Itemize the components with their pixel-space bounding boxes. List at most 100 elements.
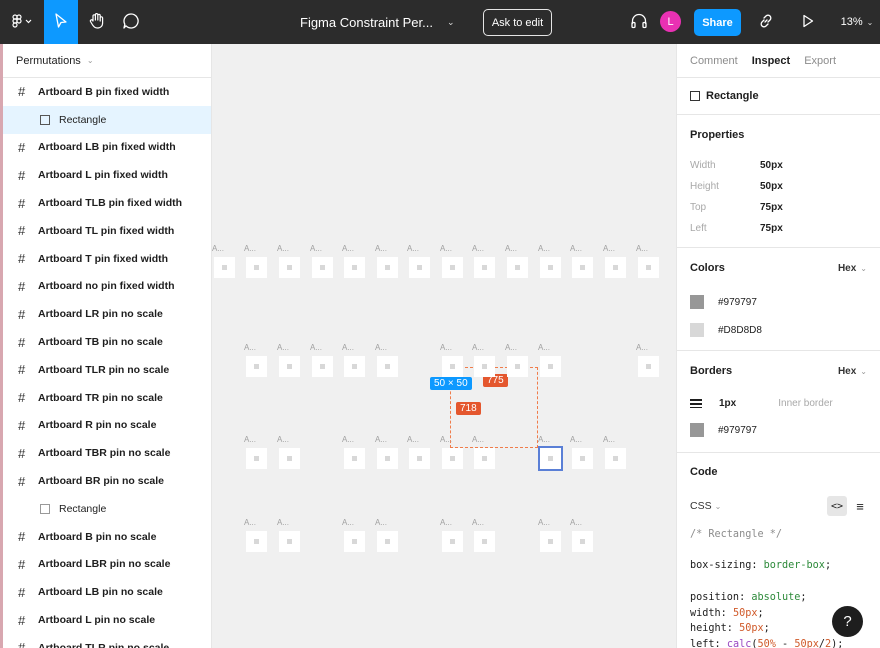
artboard[interactable] [279, 257, 300, 278]
hand-tool-button[interactable] [80, 0, 114, 44]
artboard-label[interactable]: A... [277, 244, 289, 253]
artboard[interactable] [572, 531, 593, 552]
artboard[interactable] [442, 257, 463, 278]
artboard-label[interactable]: A... [310, 343, 322, 352]
share-button[interactable]: Share [694, 9, 741, 36]
layer-frame[interactable]: # Artboard no pin fixed width [0, 273, 211, 301]
artboard[interactable] [474, 448, 495, 469]
layer-frame[interactable]: # Artboard TB pin no scale [0, 328, 211, 356]
artboard[interactable] [474, 531, 495, 552]
artboard[interactable] [442, 531, 463, 552]
top-value[interactable]: 75px [760, 202, 783, 213]
artboard[interactable] [344, 531, 365, 552]
colors-format-dropdown[interactable]: Hex ⌄ [838, 263, 867, 274]
artboard[interactable] [507, 356, 528, 377]
ask-to-edit-button[interactable]: Ask to edit [483, 9, 552, 36]
artboard-label[interactable]: A... [244, 518, 256, 527]
artboard-label[interactable]: A... [277, 343, 289, 352]
artboard-label[interactable]: A... [538, 518, 550, 527]
code-language-dropdown[interactable]: CSS ⌄ [690, 500, 721, 512]
artboard-label[interactable]: A... [244, 343, 256, 352]
left-value[interactable]: 75px [760, 223, 783, 234]
artboard[interactable] [638, 257, 659, 278]
present-button[interactable] [794, 0, 822, 44]
tab-export[interactable]: Export [804, 55, 836, 67]
page-selector[interactable]: Permutations ⌄ [0, 44, 211, 78]
copy-link-button[interactable] [752, 0, 780, 44]
artboard[interactable] [442, 356, 463, 377]
comment-tool-button[interactable] [114, 0, 148, 44]
artboard[interactable] [312, 257, 333, 278]
artboard-label[interactable]: A... [342, 518, 354, 527]
artboard-label[interactable]: A... [636, 343, 648, 352]
artboard[interactable] [507, 257, 528, 278]
figma-menu-button[interactable] [0, 0, 44, 44]
artboard[interactable] [638, 356, 659, 377]
layer-rectangle[interactable]: Rectangle [0, 105, 211, 134]
artboard[interactable] [279, 531, 300, 552]
tab-comment[interactable]: Comment [690, 55, 738, 67]
layer-frame[interactable]: # Artboard T pin fixed width [0, 245, 211, 273]
height-value[interactable]: 50px [760, 181, 783, 192]
artboard-label[interactable]: A... [538, 343, 550, 352]
artboard-label[interactable]: A... [570, 435, 582, 444]
color-item[interactable]: #979797 [690, 288, 867, 316]
artboard[interactable] [409, 448, 430, 469]
artboard[interactable] [246, 257, 267, 278]
artboard-label[interactable]: A... [310, 244, 322, 253]
layer-frame[interactable]: # Artboard R pin no scale [0, 412, 211, 440]
layer-frame[interactable]: # Artboard TR pin no scale [0, 384, 211, 412]
artboard-label[interactable]: A... [603, 435, 615, 444]
artboard[interactable] [540, 356, 561, 377]
artboard[interactable] [540, 257, 561, 278]
borders-format-dropdown[interactable]: Hex ⌄ [838, 366, 867, 377]
artboard-label[interactable]: A... [375, 244, 387, 253]
move-tool-button[interactable] [44, 0, 78, 44]
tab-inspect[interactable]: Inspect [752, 55, 791, 67]
canvas[interactable]: 50 × 50 775 718 A... A... A... A... A... A...… [212, 44, 676, 648]
artboard-label[interactable]: A... [603, 244, 615, 253]
artboard[interactable] [312, 356, 333, 377]
artboard[interactable] [474, 257, 495, 278]
artboard-label[interactable]: A... [375, 435, 387, 444]
artboard[interactable] [572, 448, 593, 469]
artboard[interactable] [344, 257, 365, 278]
audio-chat-button[interactable] [626, 0, 652, 44]
artboard-label[interactable]: A... [440, 435, 452, 444]
zoom-menu-button[interactable]: 13% ⌄ [834, 0, 880, 44]
artboard[interactable] [279, 448, 300, 469]
artboard-label[interactable]: A... [342, 244, 354, 253]
artboard-label[interactable]: A... [472, 343, 484, 352]
artboard[interactable] [409, 257, 430, 278]
artboard-label[interactable]: A... [440, 244, 452, 253]
artboard-label[interactable]: A... [472, 435, 484, 444]
layer-frame[interactable]: # Artboard LB pin no scale [0, 578, 211, 606]
layer-frame[interactable]: # Artboard LR pin no scale [0, 300, 211, 328]
layer-frame[interactable]: # Artboard TL pin fixed width [0, 217, 211, 245]
artboard[interactable] [377, 531, 398, 552]
artboard-label[interactable]: A... [505, 244, 517, 253]
layer-frame[interactable]: # Artboard B pin fixed width [0, 78, 211, 106]
layer-frame[interactable]: # Artboard TLR pin no scale [0, 634, 211, 648]
layer-frame[interactable]: # Artboard TBR pin no scale [0, 439, 211, 467]
layer-frame[interactable]: # Artboard TLB pin fixed width [0, 189, 211, 217]
artboard-label[interactable]: A... [472, 244, 484, 253]
artboard-label[interactable]: A... [538, 244, 550, 253]
artboard[interactable] [540, 531, 561, 552]
list-view-icon[interactable]: ≡ [853, 499, 867, 514]
width-value[interactable]: 50px [760, 160, 783, 171]
artboard-label[interactable]: A... [472, 518, 484, 527]
border-item[interactable]: 1px Inner border [690, 391, 867, 416]
layer-frame[interactable]: # Artboard TLR pin no scale [0, 356, 211, 384]
artboard[interactable] [377, 356, 398, 377]
layer-frame[interactable]: # Artboard L pin fixed width [0, 161, 211, 189]
artboard-label[interactable]: A... [375, 343, 387, 352]
artboard-label[interactable]: A... [375, 518, 387, 527]
artboard-label[interactable]: A... [505, 343, 517, 352]
artboard-label[interactable]: A... [407, 435, 419, 444]
artboard[interactable] [279, 356, 300, 377]
artboard-label[interactable]: A... [407, 244, 419, 253]
artboard-label[interactable]: A... [440, 518, 452, 527]
artboard[interactable] [246, 448, 267, 469]
artboard-label[interactable]: A... [277, 435, 289, 444]
